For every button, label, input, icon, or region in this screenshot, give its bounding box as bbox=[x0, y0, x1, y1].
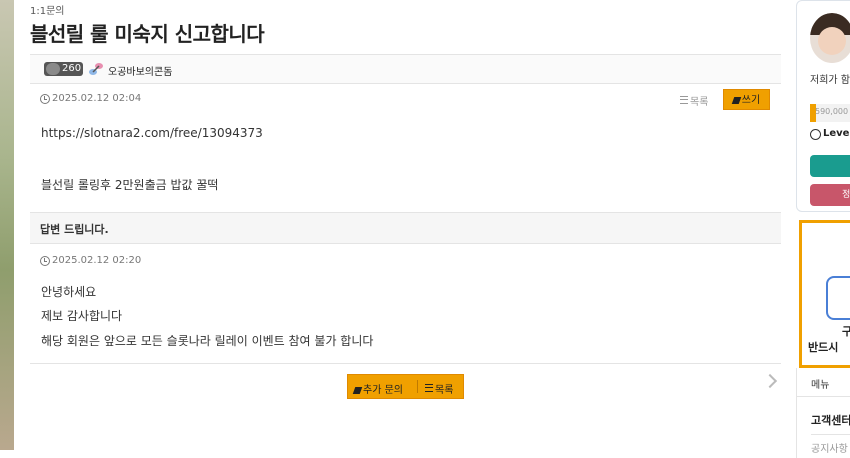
level-icon bbox=[46, 63, 60, 75]
more-question-label: 추가 문의 bbox=[363, 385, 403, 396]
list-link[interactable]: 목록 bbox=[680, 93, 708, 108]
avatar-face bbox=[818, 27, 846, 55]
author-bar: 260 오공바보의콘돔 bbox=[30, 54, 781, 84]
author-name[interactable]: 오공바보의콘돔 bbox=[108, 63, 172, 78]
post-view: 1:1문의 블선릴 룰 미숙지 신고합니다 260 오공바보의콘돔 2025.0… bbox=[30, 0, 781, 450]
page-title: 블선릴 룰 미숙지 신고합니다 bbox=[30, 22, 265, 46]
pink-action-button[interactable]: 정 bbox=[810, 184, 850, 206]
point-progress-bar: 590,000 bbox=[810, 104, 850, 122]
level-number: 260 bbox=[62, 63, 82, 74]
user-icon bbox=[810, 129, 821, 140]
greeting-text: 저희가 함 bbox=[810, 75, 850, 86]
menu-item-notice[interactable]: 공지사항 bbox=[811, 440, 848, 455]
clock-icon bbox=[40, 256, 50, 266]
answer-line: 안녕하세요 bbox=[41, 285, 97, 299]
divider bbox=[797, 396, 850, 397]
answer-date: 2025.02.12 02:20 bbox=[52, 255, 142, 266]
more-question-button[interactable]: 추가 문의 bbox=[352, 381, 403, 396]
write-button[interactable]: 쓰기 bbox=[723, 89, 770, 110]
answer-header: 답변 드립니다. bbox=[30, 212, 781, 244]
bottom-list-label: 목록 bbox=[435, 385, 454, 396]
breadcrumb[interactable]: 1:1문의 bbox=[30, 2, 65, 17]
point-text: 590,000 bbox=[815, 107, 849, 116]
button-separator bbox=[417, 380, 418, 393]
list-link-label: 목록 bbox=[690, 97, 709, 108]
write-button-label: 쓰기 bbox=[741, 95, 761, 106]
list-icon bbox=[425, 384, 433, 392]
author-emblem-icon bbox=[89, 63, 103, 75]
post-meta: 2025.02.12 02:04 목록 쓰기 bbox=[30, 84, 781, 114]
level-label: Level bbox=[823, 128, 850, 139]
post-date: 2025.02.12 02:04 bbox=[52, 93, 142, 104]
notice-icon bbox=[826, 276, 850, 320]
divider bbox=[30, 363, 781, 364]
chevron-right-icon[interactable] bbox=[762, 373, 778, 389]
answer-line: 해당 회원은 앞으로 모든 슬롯나라 릴레이 이벤트 참여 불가 합니다 bbox=[41, 334, 374, 348]
notice-banner[interactable]: 구 반드시 bbox=[799, 220, 850, 368]
post-body-text: 블선릴 롤링후 2만원출금 밥값 꿀떡 bbox=[41, 178, 219, 192]
list-icon bbox=[680, 96, 688, 104]
notice-text: 구 bbox=[842, 325, 850, 338]
teal-action-button[interactable] bbox=[810, 155, 850, 177]
pencil-icon bbox=[731, 97, 742, 104]
user-profile-card: 저희가 함 590,000 Level 정 bbox=[796, 0, 850, 212]
post-body-url[interactable]: https://slotnara2.com/free/13094373 bbox=[41, 126, 263, 140]
answer-line: 제보 감사합니다 bbox=[41, 309, 123, 323]
answer-meta: 2025.02.12 02:20 bbox=[30, 246, 781, 268]
answer-title: 답변 드립니다. bbox=[40, 223, 109, 236]
level-badge: 260 bbox=[44, 62, 84, 76]
clock-icon bbox=[40, 94, 50, 104]
side-menu: 메뉴 고객센터 공지사항 bbox=[796, 368, 850, 458]
pencil-icon bbox=[352, 387, 363, 394]
divider bbox=[811, 434, 850, 435]
desktop-background-strip bbox=[0, 0, 14, 450]
menu-title: 메뉴 bbox=[811, 380, 830, 391]
menu-item-customer-center[interactable]: 고객센터 bbox=[811, 412, 850, 428]
notice-text: 반드시 bbox=[808, 341, 839, 354]
avatar[interactable] bbox=[810, 13, 850, 63]
bottom-button-group: 추가 문의 목록 bbox=[347, 374, 464, 399]
bottom-list-button[interactable]: 목록 bbox=[425, 381, 453, 396]
